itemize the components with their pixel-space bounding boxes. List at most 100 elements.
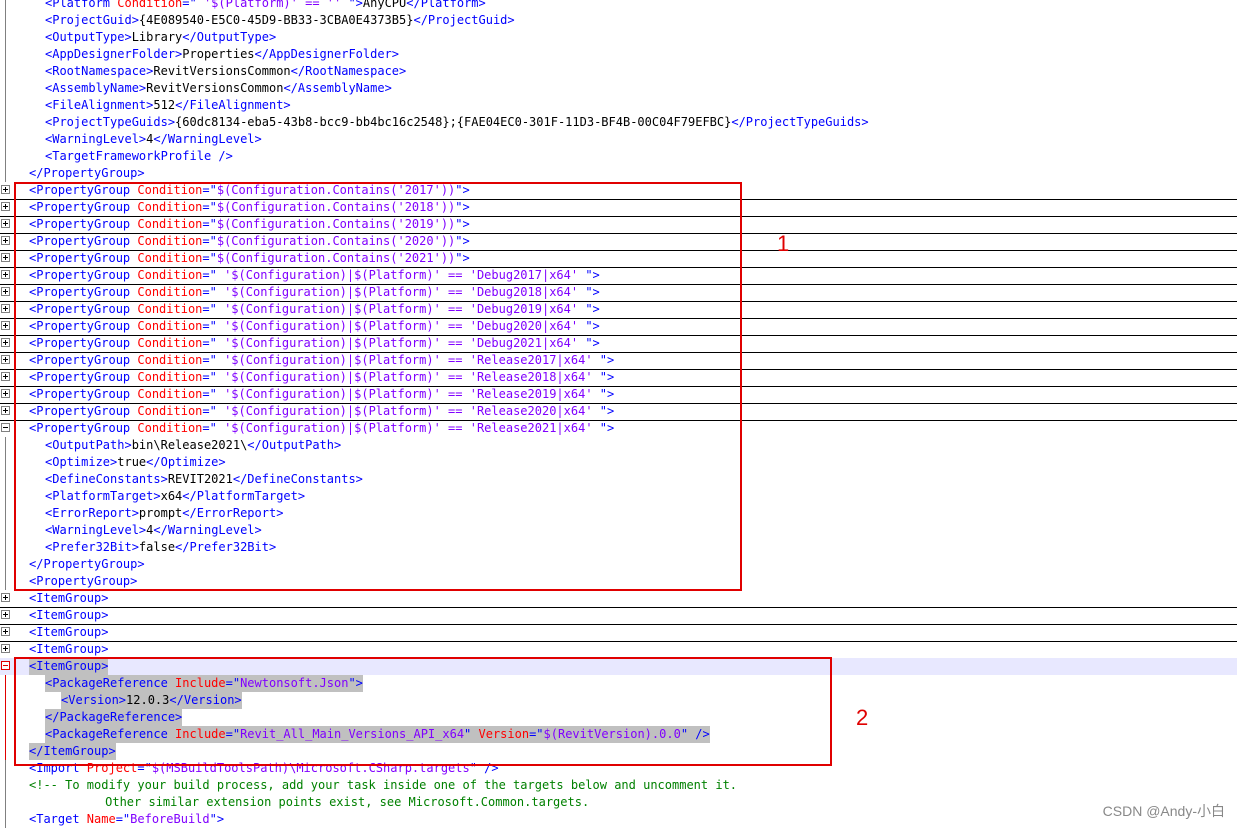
fold-guide-line xyxy=(5,556,6,573)
code-token: Other similar extension points exist, se… xyxy=(69,795,590,809)
code-token: </RootNamespace> xyxy=(290,64,407,78)
code-line[interactable]: <RootNamespace>RevitVersionsCommon</Root… xyxy=(0,63,1237,80)
fold-expand-icon[interactable] xyxy=(1,236,10,245)
code-line[interactable]: <WarningLevel>4</WarningLevel> xyxy=(0,131,1237,148)
fold-guide-line xyxy=(5,114,6,131)
fold-guide-line xyxy=(5,573,6,590)
code-token: <RootNamespace> xyxy=(45,64,154,78)
fold-guide-line xyxy=(5,692,6,709)
code-line[interactable]: <ItemGroup> xyxy=(0,624,1237,642)
code-token: <AssemblyName> xyxy=(45,81,147,95)
code-token: RevitVersionsCommon xyxy=(153,64,291,78)
code-token: </ProjectGuid> xyxy=(413,13,515,27)
fold-expand-icon[interactable] xyxy=(1,610,10,619)
code-token: <ItemGroup> xyxy=(29,642,109,656)
code-token: <WarningLevel> xyxy=(45,132,147,146)
fold-guide-line xyxy=(5,726,6,743)
code-line[interactable]: <ItemGroup> xyxy=(0,607,1237,625)
code-token: <TargetFrameworkProfile /> xyxy=(45,149,233,163)
code-text: <Target Name="BeforeBuild"> xyxy=(29,811,224,828)
fold-expand-icon[interactable] xyxy=(1,202,10,211)
code-token: <FileAlignment> xyxy=(45,98,154,112)
code-line[interactable]: <AssemblyName>RevitVersionsCommon</Assem… xyxy=(0,80,1237,97)
fold-guide-line xyxy=(5,97,6,114)
code-text: Other similar extension points exist, se… xyxy=(69,794,589,811)
fold-guide-line xyxy=(5,743,6,760)
code-line[interactable]: <AppDesignerFolder>Properties</AppDesign… xyxy=(0,46,1237,63)
code-line[interactable]: <Platform Condition=" '$(Platform)' == '… xyxy=(0,0,1237,12)
fold-expand-icon[interactable] xyxy=(1,219,10,228)
fold-expand-icon[interactable] xyxy=(1,593,10,602)
fold-guide-line xyxy=(5,471,6,488)
fold-guide-line xyxy=(5,80,6,97)
fold-expand-icon[interactable] xyxy=(1,389,10,398)
code-token: AnyCPU xyxy=(362,0,407,10)
code-text: <ProjectGuid>{4E089540-E5C0-45D9-BB33-3C… xyxy=(45,12,515,29)
code-token: </Platform> xyxy=(406,0,486,10)
code-token: <AppDesignerFolder> xyxy=(45,47,183,61)
code-token: </AssemblyName> xyxy=(283,81,392,95)
fold-guide-line xyxy=(5,675,6,692)
code-text: <AssemblyName>RevitVersionsCommon</Assem… xyxy=(45,80,392,97)
code-token: =" xyxy=(182,0,197,10)
fold-guide-line xyxy=(5,148,6,165)
fold-collapse-icon[interactable] xyxy=(1,661,10,670)
code-token: =" xyxy=(115,812,131,826)
fold-guide-line xyxy=(5,454,6,471)
code-line[interactable]: <!-- To modify your build process, add y… xyxy=(0,777,1237,794)
code-token: <ItemGroup> xyxy=(29,625,109,639)
code-line[interactable]: <ItemGroup> xyxy=(0,590,1237,608)
code-token: Condition xyxy=(117,0,183,10)
code-line[interactable]: <Target Name="BeforeBuild"> xyxy=(0,811,1237,828)
annotation-label-2: 2 xyxy=(856,705,869,730)
fold-expand-icon[interactable] xyxy=(1,644,10,653)
fold-expand-icon[interactable] xyxy=(1,270,10,279)
fold-expand-icon[interactable] xyxy=(1,406,10,415)
fold-expand-icon[interactable] xyxy=(1,355,10,364)
code-token: </AppDesignerFolder> xyxy=(254,47,400,61)
fold-guide-line xyxy=(5,0,6,12)
fold-expand-icon[interactable] xyxy=(1,287,10,296)
fold-expand-icon[interactable] xyxy=(1,338,10,347)
code-text: <ItemGroup> xyxy=(29,624,108,641)
watermark: CSDN @Andy-小白 xyxy=(1102,803,1225,819)
code-text: </PropertyGroup> xyxy=(29,165,145,182)
fold-expand-icon[interactable] xyxy=(1,253,10,262)
code-line[interactable]: <OutputType>Library</OutputType> xyxy=(0,29,1237,46)
code-token: "> xyxy=(209,812,225,826)
fold-collapse-icon[interactable] xyxy=(1,423,10,432)
fold-expand-icon[interactable] xyxy=(1,304,10,313)
fold-expand-icon[interactable] xyxy=(1,372,10,381)
code-line[interactable]: </PropertyGroup> xyxy=(0,165,1237,182)
code-line[interactable]: <TargetFrameworkProfile /> xyxy=(0,148,1237,165)
code-line[interactable]: <ProjectTypeGuids>{60dc8134-eba5-43b8-bc… xyxy=(0,114,1237,131)
fold-guide-line xyxy=(5,760,6,777)
code-text: <ItemGroup> xyxy=(29,607,108,624)
xml-editor[interactable]: <Platform Condition=" '$(Platform)' == '… xyxy=(0,0,1237,830)
fold-guide-line xyxy=(5,488,6,505)
code-token: Library xyxy=(131,30,183,44)
code-line[interactable]: <FileAlignment>512</FileAlignment> xyxy=(0,97,1237,114)
annotation-box-2 xyxy=(14,657,832,766)
fold-guide-line xyxy=(5,522,6,539)
fold-expand-icon[interactable] xyxy=(1,627,10,636)
code-token: </PropertyGroup> xyxy=(29,166,145,180)
fold-guide-line xyxy=(5,709,6,726)
code-token: {4E089540-E5C0-45D9-BB33-3CBA0E4373B5} xyxy=(138,13,414,27)
fold-guide-line xyxy=(5,794,6,811)
code-token: <OutputType> xyxy=(45,30,132,44)
code-token: </FileAlignment> xyxy=(175,98,291,112)
fold-expand-icon[interactable] xyxy=(1,185,10,194)
code-text: <ItemGroup> xyxy=(29,590,108,607)
code-text: <AppDesignerFolder>Properties</AppDesign… xyxy=(45,46,399,63)
code-line[interactable]: <ProjectGuid>{4E089540-E5C0-45D9-BB33-3C… xyxy=(0,12,1237,29)
code-token: '$(Platform)' == '' xyxy=(196,0,349,10)
fold-guide-line xyxy=(5,63,6,80)
fold-guide-line xyxy=(5,437,6,454)
code-token: <ProjectTypeGuids> xyxy=(45,115,176,129)
annotation-label-1: 1 xyxy=(777,231,790,256)
code-token: Name xyxy=(86,812,116,826)
code-token: {60dc8134-eba5-43b8-bcc9-bb4bc16c2548};{… xyxy=(175,115,732,129)
code-line[interactable]: Other similar extension points exist, se… xyxy=(0,794,1237,811)
fold-expand-icon[interactable] xyxy=(1,321,10,330)
